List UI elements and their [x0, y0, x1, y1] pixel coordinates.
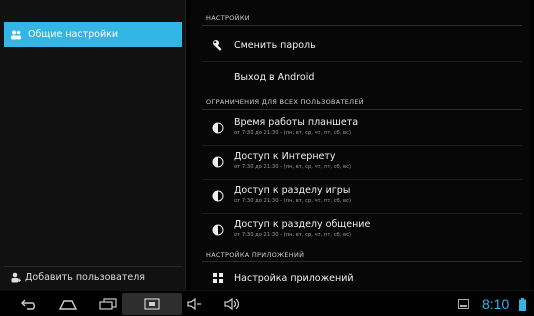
- row-title: Доступ к разделу игры: [234, 185, 351, 196]
- section-header-apps: НАСТРОЙКА ПРИЛОЖЕНИЙ: [206, 251, 305, 259]
- battery-icon: [519, 298, 526, 311]
- app-settings-item[interactable]: Настройка приложений: [202, 264, 522, 290]
- row-subtitle: от 7:30 до 21:30 - (пн, вт, ср, чт, пт, …: [234, 232, 351, 238]
- add-user-icon: [11, 272, 21, 283]
- volume-up-icon: [224, 298, 240, 310]
- clock-icon: [212, 156, 224, 168]
- home-button[interactable]: [56, 295, 80, 313]
- users-icon: [11, 30, 21, 39]
- screenshot-button[interactable]: [140, 295, 164, 313]
- change-password-item[interactable]: Сменить пароль: [202, 30, 522, 60]
- clock-icon: [212, 190, 224, 202]
- row-title: Сменить пароль: [234, 40, 316, 51]
- section-divider: [202, 25, 522, 26]
- internet-access-item[interactable]: Доступ к Интернету от 7:30 до 21:30 - (п…: [202, 146, 522, 178]
- notification-icon: [458, 299, 469, 309]
- clock-icon: [212, 122, 224, 134]
- add-user-button[interactable]: Добавить пользователя: [4, 266, 182, 288]
- section-divider: [202, 261, 522, 262]
- wrench-icon: [213, 40, 222, 51]
- row-subtitle: от 7:30 до 21:30 - (пн, вт, ср, чт, пт, …: [234, 164, 351, 170]
- section-header-restrictions: ОГРАНИЧЕНИЯ ДЛЯ ВСЕХ ПОЛЬЗОВАТЕЛЕЙ: [206, 98, 364, 106]
- system-navigation-bar: 8:10: [0, 290, 534, 316]
- section-header-settings: НАСТРОЙКИ: [206, 14, 250, 22]
- sidebar-item-general-settings[interactable]: Общие настройки: [4, 22, 182, 47]
- screenshot-icon: [144, 298, 160, 310]
- back-button[interactable]: [18, 295, 42, 313]
- exit-to-android-item[interactable]: Выход в Android: [202, 62, 522, 92]
- row-title: Время работы планшета: [234, 117, 359, 128]
- add-user-label: Добавить пользователя: [25, 272, 145, 283]
- left-pane: Общие настройки Добавить пользователя: [0, 0, 186, 290]
- row-title: Доступ к Интернету: [234, 151, 336, 162]
- grid-icon: [213, 273, 223, 283]
- clock-icon: [212, 224, 224, 236]
- recent-apps-icon: [99, 298, 117, 310]
- row-title: Выход в Android: [234, 72, 315, 83]
- volume-up-button[interactable]: [222, 295, 244, 313]
- clock-time: 8:10: [482, 296, 510, 312]
- communication-access-item[interactable]: Доступ к разделу общение от 7:30 до 21:3…: [202, 214, 522, 246]
- volume-down-icon: [187, 298, 201, 310]
- tablet-uptime-item[interactable]: Время работы планшета от 7:30 до 21:30 -…: [202, 112, 522, 144]
- recent-apps-button[interactable]: [96, 295, 120, 313]
- settings-pane: НАСТРОЙКИ Сменить пароль Выход в Android…: [190, 0, 530, 290]
- sidebar-item-label: Общие настройки: [28, 29, 119, 40]
- volume-down-button[interactable]: [184, 295, 206, 313]
- row-subtitle: от 7:30 до 21:30 - (пн, вт, ср, чт, пт, …: [234, 198, 351, 204]
- section-divider: [202, 109, 522, 110]
- back-icon: [21, 299, 35, 310]
- games-access-item[interactable]: Доступ к разделу игры от 7:30 до 21:30 -…: [202, 180, 522, 212]
- row-title: Доступ к разделу общение: [234, 219, 371, 230]
- row-title: Настройка приложений: [234, 273, 354, 284]
- row-subtitle: от 7:30 до 21:30 - (пн, вт, ср, чт, пт, …: [234, 130, 351, 136]
- home-icon: [58, 300, 78, 310]
